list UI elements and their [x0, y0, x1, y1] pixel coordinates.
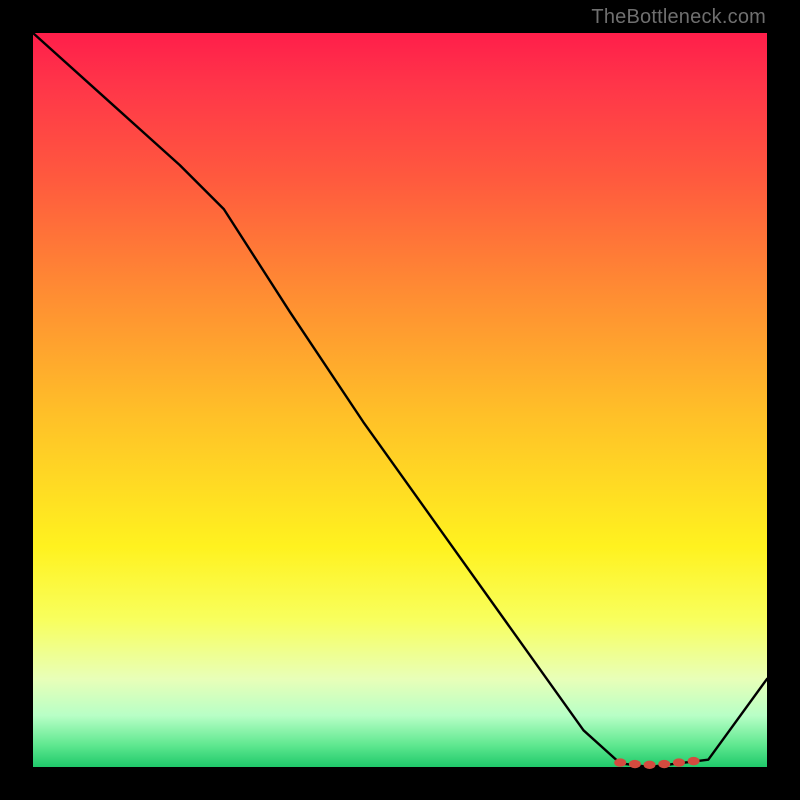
marker-point: [658, 760, 670, 768]
attribution-label: TheBottleneck.com: [591, 6, 766, 29]
bottleneck-curve: [33, 33, 767, 767]
marker-point: [614, 758, 626, 766]
chart-stage: TheBottleneck.com: [0, 0, 800, 800]
marker-point: [644, 761, 656, 769]
marker-point: [673, 758, 685, 766]
marker-point: [629, 760, 641, 768]
plot-area: [33, 33, 767, 767]
chart-svg: [33, 33, 767, 767]
marker-point: [688, 757, 700, 765]
